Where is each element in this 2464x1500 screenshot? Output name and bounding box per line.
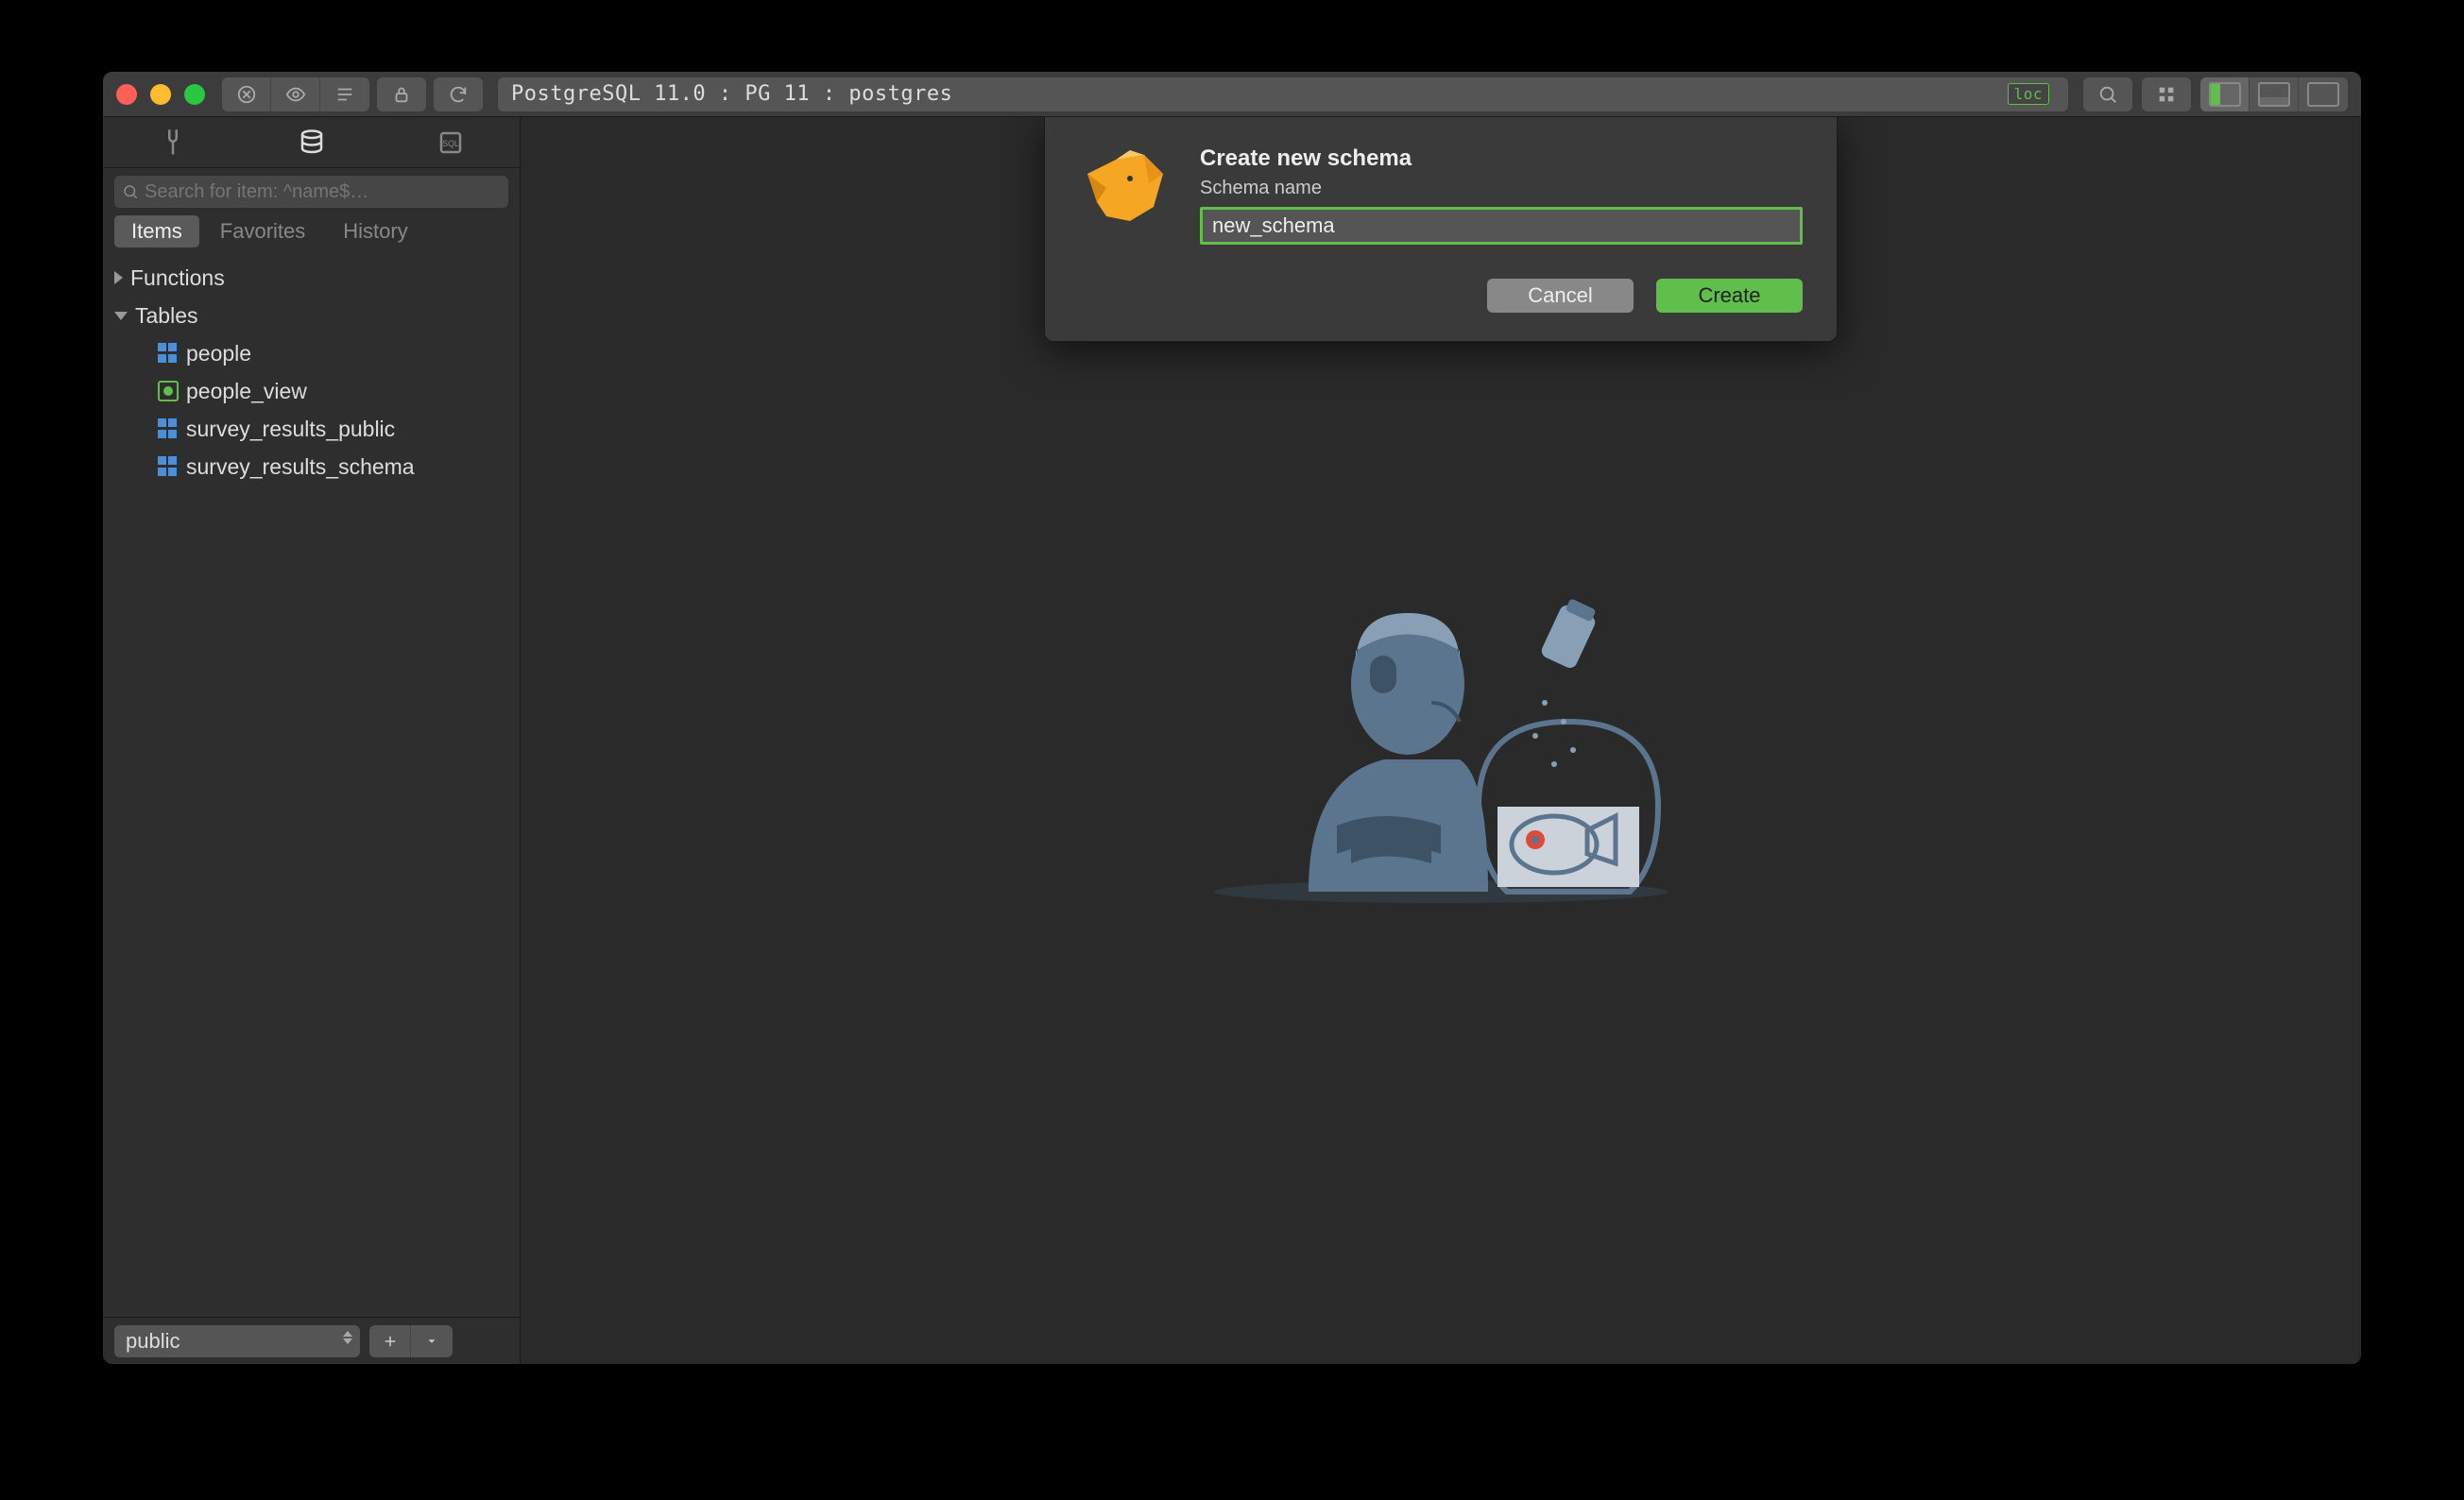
list-icon[interactable] (320, 77, 369, 111)
tree-item[interactable]: people (103, 334, 520, 372)
table-icon (158, 343, 179, 364)
sidebar-tab-connection[interactable] (103, 117, 242, 167)
search-icon (122, 183, 139, 200)
segment-favorites[interactable]: Favorites (203, 215, 322, 247)
window-controls (116, 84, 205, 105)
titlebar: PostgreSQL 11.0 : PG 11 : postgres loc (103, 72, 2361, 117)
tree-item-label: survey_results_public (186, 417, 395, 442)
breadcrumb-text: PostgreSQL 11.0 : PG 11 : postgres (511, 82, 952, 106)
schema-selector[interactable]: public (114, 1325, 360, 1357)
sidebar-search-row (103, 168, 520, 215)
main-content: Create new schema Schema name Cancel Cre… (521, 117, 2361, 1364)
empty-state-illustration (1195, 561, 1686, 920)
toolbar-refresh-group (434, 77, 483, 111)
cancel-button[interactable]: Cancel (1487, 279, 1634, 313)
segment-items[interactable]: Items (114, 215, 199, 247)
sidebar-segment: Items Favorites History (103, 215, 520, 255)
toolbar-right (2083, 77, 2348, 111)
tree-item[interactable]: people_view (103, 372, 520, 410)
tree-label: Tables (135, 303, 197, 329)
stepper-icon (343, 1331, 352, 1344)
tree-item-label: survey_results_schema (186, 454, 415, 480)
loc-badge: loc (2008, 83, 2049, 105)
tree-item-label: people_view (186, 379, 307, 404)
more-button[interactable] (411, 1325, 453, 1357)
tree-item[interactable]: survey_results_public (103, 410, 520, 448)
toolbar-group-left (222, 77, 369, 111)
footer-button-group (369, 1325, 453, 1357)
sidebar: SQL Items Favorites History Functions (103, 117, 521, 1364)
tree-item[interactable]: survey_results_schema (103, 448, 520, 486)
table-icon (158, 456, 179, 477)
breadcrumb[interactable]: PostgreSQL 11.0 : PG 11 : postgres loc (498, 77, 2068, 111)
segment-history[interactable]: History (326, 215, 424, 247)
sidebar-tabs: SQL (103, 117, 520, 168)
window-body: SQL Items Favorites History Functions (103, 117, 2361, 1364)
table-icon (158, 418, 179, 439)
tree-label: Functions (130, 265, 225, 291)
dialog-field-label: Schema name (1200, 178, 1803, 199)
sidebar-footer: public (103, 1317, 520, 1364)
refresh-icon[interactable] (434, 77, 483, 111)
layout-left-button[interactable] (2200, 77, 2250, 111)
grid-icon[interactable] (2142, 77, 2191, 111)
create-button[interactable]: Create (1656, 279, 1803, 313)
minimize-window-button[interactable] (150, 84, 171, 105)
sidebar-tree: Functions Tables people people_view surv… (103, 255, 520, 1317)
tree-group-functions[interactable]: Functions (103, 259, 520, 297)
sidebar-tab-sql[interactable]: SQL (381, 117, 520, 167)
dialog-buttons: Cancel Create (1200, 279, 1803, 313)
schema-name-input[interactable] (1200, 207, 1803, 245)
svg-text:SQL: SQL (442, 138, 459, 147)
chevron-right-icon (114, 271, 123, 284)
search-icon[interactable] (2083, 77, 2132, 111)
lock-icon[interactable] (377, 77, 426, 111)
dialog-body: Create new schema Schema name Cancel Cre… (1200, 145, 1803, 313)
view-icon (158, 381, 179, 401)
layout-bottom-button[interactable] (2250, 77, 2299, 111)
stop-icon[interactable] (222, 77, 271, 111)
toolbar-lock-group (377, 77, 426, 111)
layout-toggle-group (2200, 77, 2348, 111)
elephant-icon (1073, 145, 1177, 230)
sidebar-tab-database[interactable] (242, 117, 381, 167)
zoom-window-button[interactable] (184, 84, 205, 105)
create-schema-dialog: Create new schema Schema name Cancel Cre… (1044, 117, 1838, 342)
tree-group-tables[interactable]: Tables (103, 297, 520, 334)
add-button[interactable] (369, 1325, 411, 1357)
close-window-button[interactable] (116, 84, 137, 105)
layout-full-button[interactable] (2299, 77, 2348, 111)
tree-item-label: people (186, 341, 251, 366)
eye-icon[interactable] (271, 77, 320, 111)
sidebar-search-input[interactable] (114, 176, 508, 208)
schema-selector-label: public (126, 1329, 180, 1354)
dialog-title: Create new schema (1200, 145, 1803, 172)
app-window: PostgreSQL 11.0 : PG 11 : postgres loc (103, 72, 2361, 1364)
chevron-down-icon (114, 312, 128, 320)
